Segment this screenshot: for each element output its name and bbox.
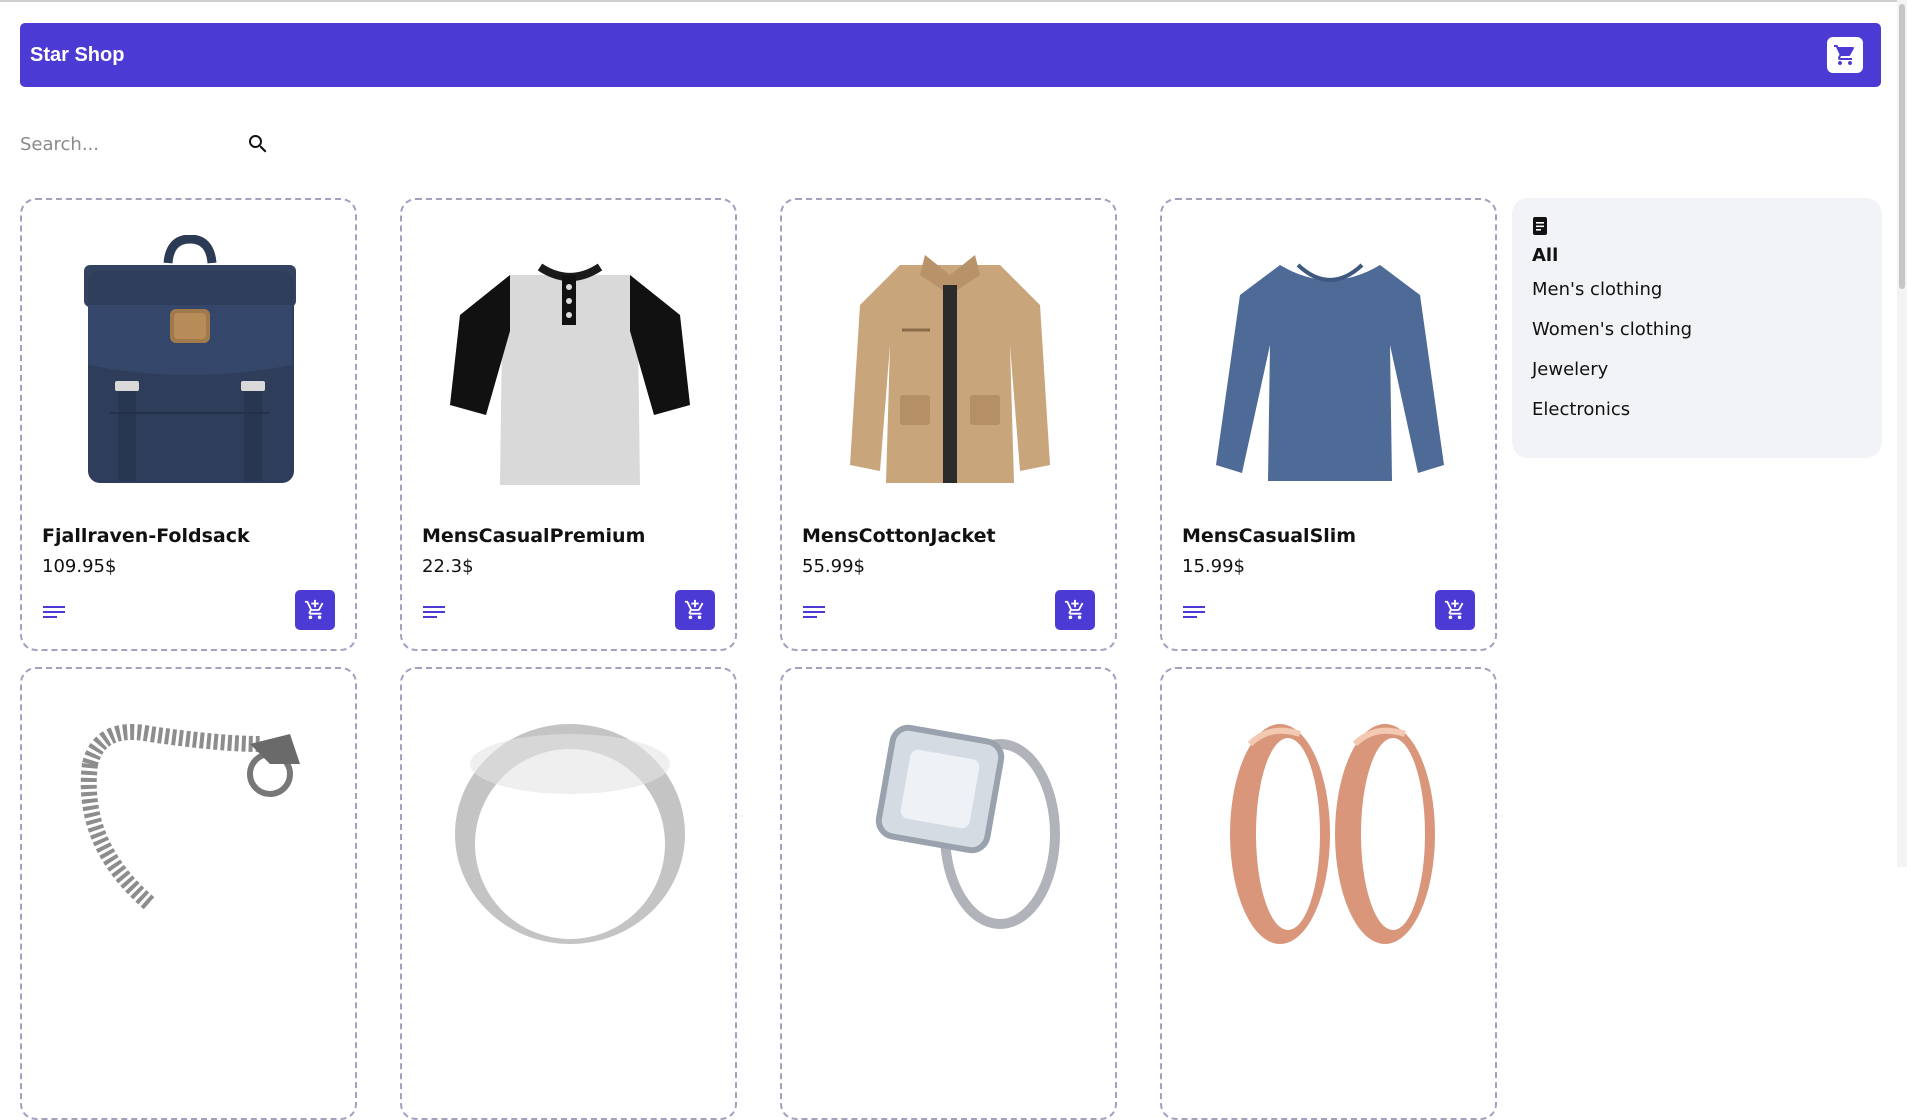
product-grid: Fjallraven-Foldsack 109.95$ MensCasualPr… [20, 198, 1497, 1120]
notes-icon [1183, 606, 1205, 618]
product-price: 15.99$ [1182, 556, 1245, 577]
product-image-dragon-bracelet[interactable] [52, 699, 327, 959]
brand-title[interactable]: Star Shop [30, 44, 124, 67]
add-cart-icon [684, 599, 704, 620]
product-image-diamond-ring[interactable] [812, 699, 1087, 959]
product-card[interactable]: MensCottonJacket 55.99$ [780, 198, 1117, 651]
product-title[interactable]: MensCasualSlim [1182, 525, 1356, 547]
description-button[interactable] [422, 602, 446, 622]
search-input[interactable] [20, 133, 240, 155]
document-icon [1533, 217, 1547, 235]
product-card[interactable]: MensCasualSlim 15.99$ [1160, 198, 1497, 651]
description-button[interactable] [1182, 602, 1206, 622]
search-bar [20, 125, 270, 163]
product-image-raglan-tshirt[interactable] [432, 230, 707, 490]
page-scrollbar[interactable] [1897, 0, 1907, 867]
product-card[interactable]: Fjallraven-Foldsack 109.95$ [20, 198, 357, 651]
product-title[interactable]: MensCottonJacket [802, 525, 996, 547]
product-price: 55.99$ [802, 556, 865, 577]
category-jewelery[interactable]: Jewelery [1532, 350, 1862, 390]
category-sidebar: All Men's clothing Women's clothing Jewe… [1512, 198, 1882, 458]
category-womens-clothing[interactable]: Women's clothing [1532, 310, 1862, 350]
navbar: Star Shop [20, 23, 1881, 87]
add-to-cart-button[interactable] [675, 590, 715, 630]
notes-icon [43, 606, 65, 618]
search-icon[interactable] [246, 132, 270, 156]
product-image-longsleeve[interactable] [1192, 230, 1467, 490]
description-button[interactable] [42, 602, 66, 622]
scrollbar-thumb[interactable] [1899, 4, 1905, 289]
add-to-cart-button[interactable] [295, 590, 335, 630]
cart-button[interactable] [1827, 37, 1863, 73]
product-image-jacket[interactable] [812, 230, 1087, 490]
browser-top-border [0, 0, 1907, 2]
notes-icon [423, 606, 445, 618]
add-cart-icon [304, 599, 324, 620]
description-button[interactable] [802, 602, 826, 622]
product-card[interactable] [780, 667, 1117, 1120]
product-image-rose-gold-rings[interactable] [1192, 699, 1467, 959]
product-title[interactable]: MensCasualPremium [422, 525, 645, 547]
add-to-cart-button[interactable] [1435, 590, 1475, 630]
cart-icon [1834, 45, 1855, 65]
add-to-cart-button[interactable] [1055, 590, 1095, 630]
product-price: 109.95$ [42, 556, 117, 577]
product-title[interactable]: Fjallraven-Foldsack [42, 525, 250, 547]
category-electronics[interactable]: Electronics [1532, 390, 1862, 430]
product-image-silver-ring[interactable] [432, 699, 707, 959]
category-all[interactable]: All [1532, 242, 1862, 270]
product-image-backpack[interactable] [52, 230, 327, 490]
notes-icon [803, 606, 825, 618]
product-card[interactable] [1160, 667, 1497, 1120]
category-mens-clothing[interactable]: Men's clothing [1532, 270, 1862, 310]
product-price: 22.3$ [422, 556, 474, 577]
add-cart-icon [1064, 599, 1084, 620]
product-card[interactable] [20, 667, 357, 1120]
add-cart-icon [1444, 599, 1464, 620]
product-card[interactable]: MensCasualPremium 22.3$ [400, 198, 737, 651]
product-card[interactable] [400, 667, 737, 1120]
